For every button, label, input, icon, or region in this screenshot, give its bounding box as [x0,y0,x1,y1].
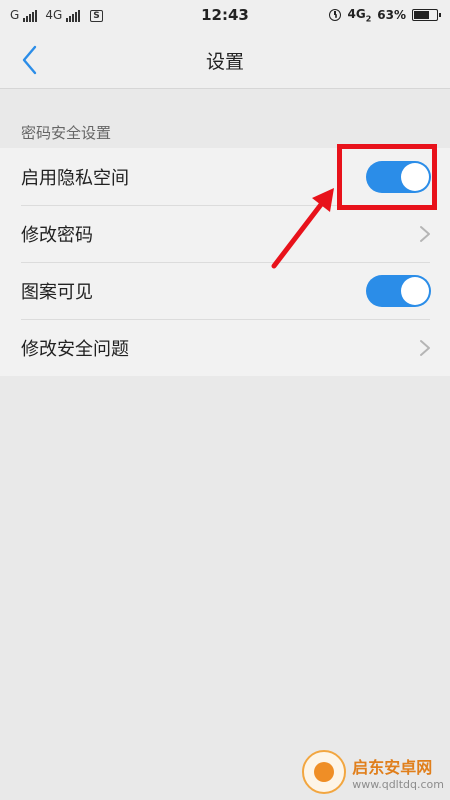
watermark-logo-icon [302,750,347,794]
pattern-visible-toggle[interactable] [366,274,431,307]
battery-icon [412,9,441,22]
watermark: 启东安卓网 www.qdltdq.com [302,750,444,794]
network-label: 4G2 [347,7,371,23]
red-arrow-annotation [271,188,334,269]
row-label: 图案可见 [21,281,93,303]
network-type: 4G [347,7,366,21]
network-sub: 2 [365,14,372,24]
watermark-url: www.qdltdq.com [352,777,444,791]
watermark-text: 启东安卓网 www.qdltdq.com [352,754,444,791]
row-change-password[interactable]: 修改密码 [0,205,450,262]
row-label: 修改密码 [21,224,93,246]
chevron-right-icon [420,340,430,356]
row-pattern-visible[interactable]: 图案可见 [0,262,450,319]
highlight-box [337,144,437,210]
toggle-knob [401,276,429,305]
status-right: 4G2 63% [329,7,441,23]
row-label: 启用隐私空间 [21,167,129,189]
watermark-name: 启东安卓网 [352,757,433,777]
row-change-security-question[interactable]: 修改安全问题 [0,319,450,376]
status-bar: G 4G S 12:43 4G2 63% [0,0,450,32]
section-title: 密码安全设置 [21,124,112,142]
chevron-right-icon [420,226,430,242]
battery-fill [414,11,430,20]
alarm-icon [329,9,342,22]
app-header: 设置 [0,32,450,89]
row-label: 修改安全问题 [21,338,129,360]
page-title: 设置 [205,51,244,73]
battery-percent: 63% [377,8,406,23]
